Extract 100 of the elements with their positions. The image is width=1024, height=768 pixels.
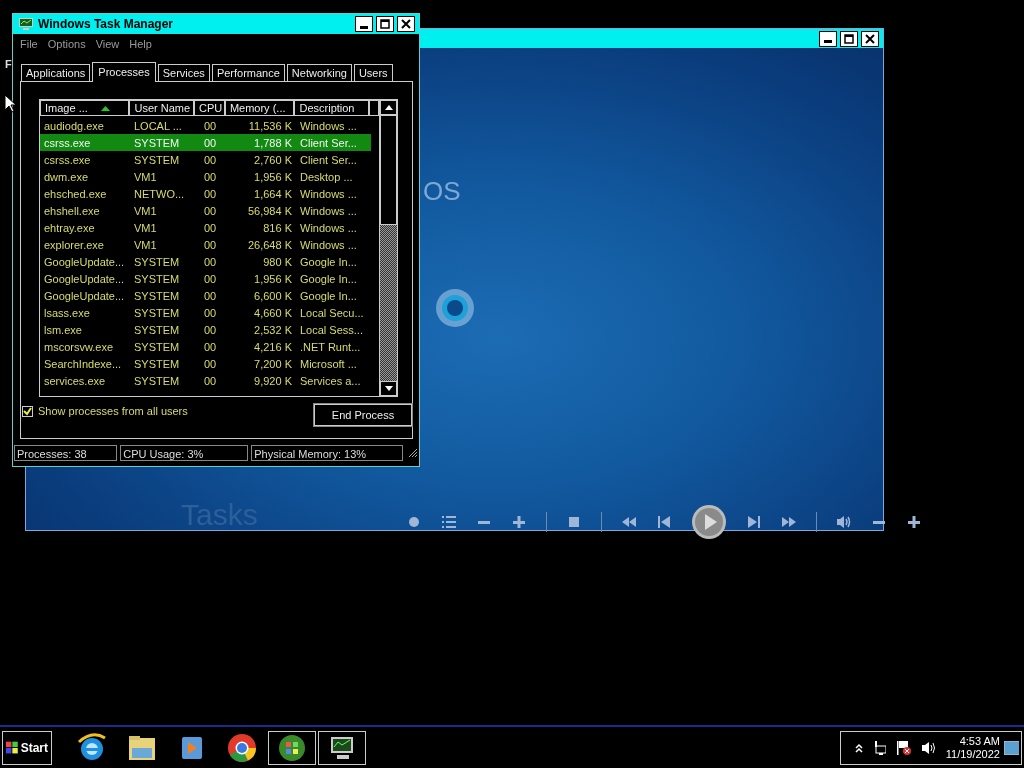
scroll-thumb[interactable] — [380, 115, 397, 225]
table-cell-text: Windows ... — [299, 204, 358, 217]
table-cell-text: VM1 — [133, 170, 158, 183]
maximize-button[interactable] — [376, 16, 394, 32]
tab[interactable]: Processes — [92, 62, 156, 82]
table-row[interactable]: dwm.exe VM1 00 1,956 K Desktop ... — [40, 168, 371, 185]
table-cell-text: Google In... — [299, 255, 358, 268]
table-cell-text: Windows ... — [299, 238, 358, 251]
table-cell-text: VM1 — [133, 238, 158, 251]
loading-spinner-icon — [435, 288, 475, 328]
volume-icon[interactable] — [836, 514, 852, 530]
table-row[interactable]: services.exe SYSTEM 00 9,920 K Services a... — [40, 372, 371, 389]
tab[interactable]: Users — [353, 64, 393, 81]
table-cell-text: 1,956 K — [253, 170, 293, 183]
table-row[interactable]: GoogleUpdate... SYSTEM 00 980 K Google In... — [40, 253, 371, 270]
table-row[interactable]: GoogleUpdate... SYSTEM 00 6,600 K Google In... — [40, 287, 371, 304]
sort-arrow-icon — [101, 106, 111, 111]
table-cell-text: 00 — [203, 306, 218, 319]
table-cell-text: Google In... — [299, 289, 358, 302]
table-row[interactable]: lsass.exe SYSTEM 00 4,660 K Local Secu... — [40, 304, 371, 321]
table-cell-text: dwm.exe — [43, 170, 90, 183]
close-button[interactable] — [861, 30, 879, 47]
play-button[interactable] — [691, 504, 727, 540]
column-header[interactable]: Image ... — [40, 100, 130, 116]
column-header[interactable]: Memory (... — [224, 100, 295, 116]
minimize-icon — [360, 25, 368, 29]
chrome-icon — [226, 731, 258, 764]
next-icon[interactable] — [746, 514, 762, 530]
table-cell-text: Desktop ... — [299, 170, 354, 183]
plus-icon[interactable] — [906, 514, 922, 530]
scrollbar[interactable] — [379, 100, 397, 396]
table-row[interactable]: ehtray.exe VM1 00 816 K Windows ... — [40, 219, 371, 236]
list-icon[interactable] — [441, 514, 457, 530]
checkbox[interactable] — [22, 405, 33, 417]
column-header[interactable]: User Name — [129, 100, 195, 116]
table-row[interactable]: explorer.exe VM1 00 26,648 K Windows ... — [40, 236, 371, 253]
table-cell-text: 4,216 K — [253, 340, 293, 353]
menu-item[interactable]: Help — [129, 38, 152, 50]
table-cell-text: SYSTEM — [133, 340, 181, 353]
menu-item[interactable]: View — [95, 38, 120, 50]
table-row[interactable]: ehsched.exe NETWO... 00 1,664 K Windows ... — [40, 185, 371, 202]
speaker-icon[interactable] — [920, 740, 936, 755]
table-cell-text: VM1 — [133, 204, 158, 217]
table-cell-text: lsm.exe — [43, 323, 83, 336]
taskbar-app[interactable] — [318, 730, 366, 765]
table-cell-text: Local Secu... — [299, 306, 365, 319]
column-header[interactable]: CPU — [194, 100, 225, 116]
fast-forward-icon[interactable] — [781, 514, 797, 530]
table-cell-text: 00 — [203, 170, 218, 183]
start-button[interactable]: Start — [2, 730, 52, 765]
table-row[interactable]: GoogleUpdate... SYSTEM 00 1,956 K Google In... — [40, 270, 371, 287]
tab[interactable]: Services — [157, 64, 210, 81]
scroll-up-button[interactable] — [380, 100, 397, 115]
stop-icon[interactable] — [566, 514, 582, 530]
table-row[interactable]: csrss.exe SYSTEM 00 2,760 K Client Ser... — [40, 151, 371, 168]
end-process-button[interactable]: End Process — [314, 404, 412, 426]
scroll-down-button[interactable] — [380, 381, 397, 396]
table-cell-text: VM1 — [133, 221, 158, 234]
column-header[interactable] — [369, 100, 379, 116]
table-cell-text: SYSTEM — [133, 136, 181, 149]
rewind-icon[interactable] — [621, 514, 637, 530]
table-row[interactable]: ehshell.exe VM1 00 56,984 K Windows ... — [40, 202, 371, 219]
record-icon[interactable] — [406, 514, 422, 530]
windows-logo-icon — [6, 740, 19, 755]
menu-item[interactable]: File — [20, 38, 38, 50]
menu-item[interactable]: Options — [47, 38, 86, 50]
table-row[interactable]: mscorsvw.exe SYSTEM 00 4,216 K .NET Runt... — [40, 338, 371, 355]
table-cell-text: 2,760 K — [253, 153, 293, 166]
resize-grip-icon[interactable] — [408, 448, 418, 458]
table-row[interactable]: SearchIndexe... SYSTEM 00 7,200 K Microsoft ... — [40, 355, 371, 372]
monitor-icon — [19, 18, 33, 30]
table-row[interactable]: csrss.exe SYSTEM 00 1,788 K Client Ser... — [40, 134, 371, 151]
chevron-up-icon[interactable] — [855, 742, 863, 753]
table-row[interactable]: audiodg.exe LOCAL ... 00 11,536 K Windows ... — [40, 117, 371, 134]
table-cell-text: 00 — [203, 374, 218, 387]
tab[interactable]: Applications — [21, 64, 91, 81]
table-cell-text: Google In... — [299, 272, 358, 285]
table-cell-text: 00 — [203, 187, 218, 200]
flag-warning-icon[interactable] — [895, 739, 911, 756]
previous-icon[interactable] — [656, 514, 672, 530]
close-button[interactable] — [397, 16, 415, 32]
table-cell-text: GoogleUpdate... — [43, 255, 126, 268]
taskbar-app[interactable] — [268, 730, 316, 765]
table-row[interactable]: lsm.exe SYSTEM 00 2,532 K Local Sess... — [40, 321, 371, 338]
table-cell-text: 9,920 K — [253, 374, 293, 387]
table-cell-text: GoogleUpdate... — [43, 289, 126, 302]
clock-date[interactable]: 11/19/2022 — [945, 748, 1000, 760]
minimize-icon — [824, 40, 832, 43]
table-cell-text: Services a... — [299, 374, 362, 387]
minimize-button[interactable] — [355, 16, 373, 32]
clock-time[interactable]: 4:53 AM — [959, 735, 1000, 747]
status-pane: Physical Memory: 13% — [251, 445, 404, 461]
show-desktop-icon[interactable] — [1004, 740, 1019, 755]
tab[interactable]: Performance — [211, 64, 285, 81]
table-cell-text: Windows ... — [299, 187, 358, 200]
table-cell-text: SYSTEM — [133, 357, 181, 370]
tab[interactable]: Networking — [286, 64, 352, 81]
column-header[interactable]: Description — [294, 100, 369, 116]
maximize-button[interactable] — [840, 30, 858, 47]
minimize-button[interactable] — [819, 30, 837, 47]
